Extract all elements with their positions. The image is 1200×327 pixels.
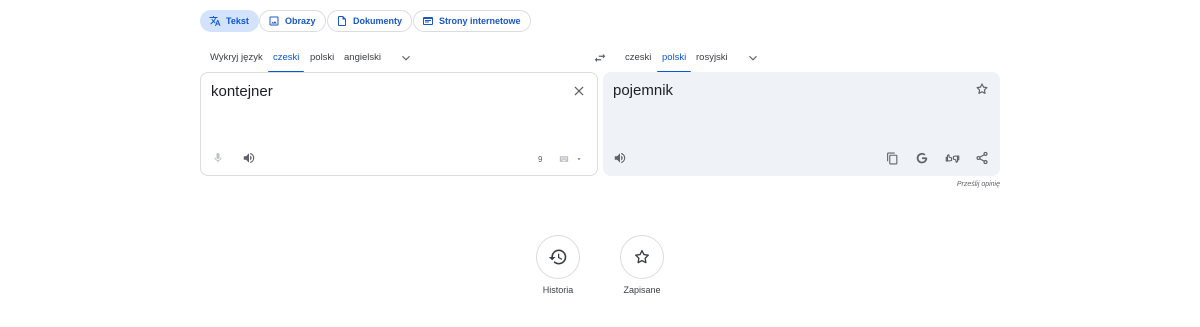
copy-translation-button[interactable]	[884, 150, 900, 166]
voice-input-button[interactable]	[211, 150, 225, 166]
tab-websites[interactable]: Strony internetowe	[413, 10, 531, 32]
chevron-down-icon	[402, 55, 410, 61]
source-lang-polish[interactable]: polski	[310, 51, 334, 73]
google-g-icon	[916, 152, 928, 164]
tab-text-label: Tekst	[226, 16, 249, 26]
history-icon	[548, 249, 567, 265]
speaker-icon	[243, 152, 255, 164]
tab-websites-label: Strony internetowe	[439, 16, 521, 26]
close-icon	[574, 86, 584, 96]
target-lang-russian[interactable]: rosyjski	[696, 51, 728, 73]
history-label: Historia	[542, 285, 574, 295]
document-icon	[338, 16, 346, 26]
save-translation-button[interactable]	[974, 81, 990, 97]
keyboard-icon	[559, 156, 568, 162]
source-text-panel[interactable]: kontejner 9	[200, 72, 598, 176]
source-lang-english[interactable]: angielski	[344, 51, 381, 73]
target-lang-polish[interactable]: polski	[656, 51, 692, 73]
saved-button[interactable]	[620, 235, 664, 279]
translate-icon	[209, 16, 221, 26]
tab-text[interactable]: Tekst	[200, 10, 259, 32]
character-count: 9	[538, 155, 543, 164]
swap-icon	[594, 53, 606, 63]
saved-label: Zapisane	[623, 285, 661, 295]
image-icon	[269, 16, 279, 26]
source-lang-detect[interactable]: Wykryj język	[210, 51, 263, 73]
share-translation-button[interactable]	[974, 150, 990, 166]
input-tools-button[interactable]	[556, 153, 584, 165]
microphone-icon	[214, 153, 222, 163]
target-lang-more-button[interactable]	[745, 50, 761, 66]
send-feedback-link[interactable]: Prześlij opinię	[957, 181, 1000, 188]
clear-source-button[interactable]	[571, 83, 587, 99]
thumbs-up-down-icon	[945, 153, 959, 163]
history-button[interactable]	[536, 235, 580, 279]
target-lang-czech[interactable]: czeski	[625, 51, 651, 73]
source-text-input[interactable]: kontejner	[211, 83, 273, 100]
copy-icon	[886, 152, 897, 164]
swap-languages-button[interactable]	[591, 49, 609, 67]
share-icon	[976, 151, 988, 165]
tab-images[interactable]: Obrazy	[259, 10, 326, 32]
website-icon	[423, 17, 433, 25]
listen-source-button[interactable]	[241, 150, 257, 166]
chevron-down-icon	[749, 55, 757, 61]
source-lang-more-button[interactable]	[398, 50, 414, 66]
listen-translation-button[interactable]	[612, 150, 628, 166]
tab-images-label: Obrazy	[285, 16, 316, 26]
tab-documents-label: Dokumenty	[353, 16, 403, 26]
google-search-button[interactable]	[914, 150, 930, 166]
tab-documents[interactable]: Dokumenty	[327, 10, 413, 32]
source-lang-czech[interactable]: czeski	[267, 51, 305, 73]
rate-translation-button[interactable]	[944, 150, 960, 166]
target-text-panel: pojemnik	[603, 72, 1000, 176]
star-icon	[635, 249, 649, 264]
speaker-icon	[614, 152, 626, 164]
translation-text: pojemnik	[613, 82, 674, 99]
star-icon	[976, 83, 988, 94]
caret-down-icon	[576, 158, 581, 160]
